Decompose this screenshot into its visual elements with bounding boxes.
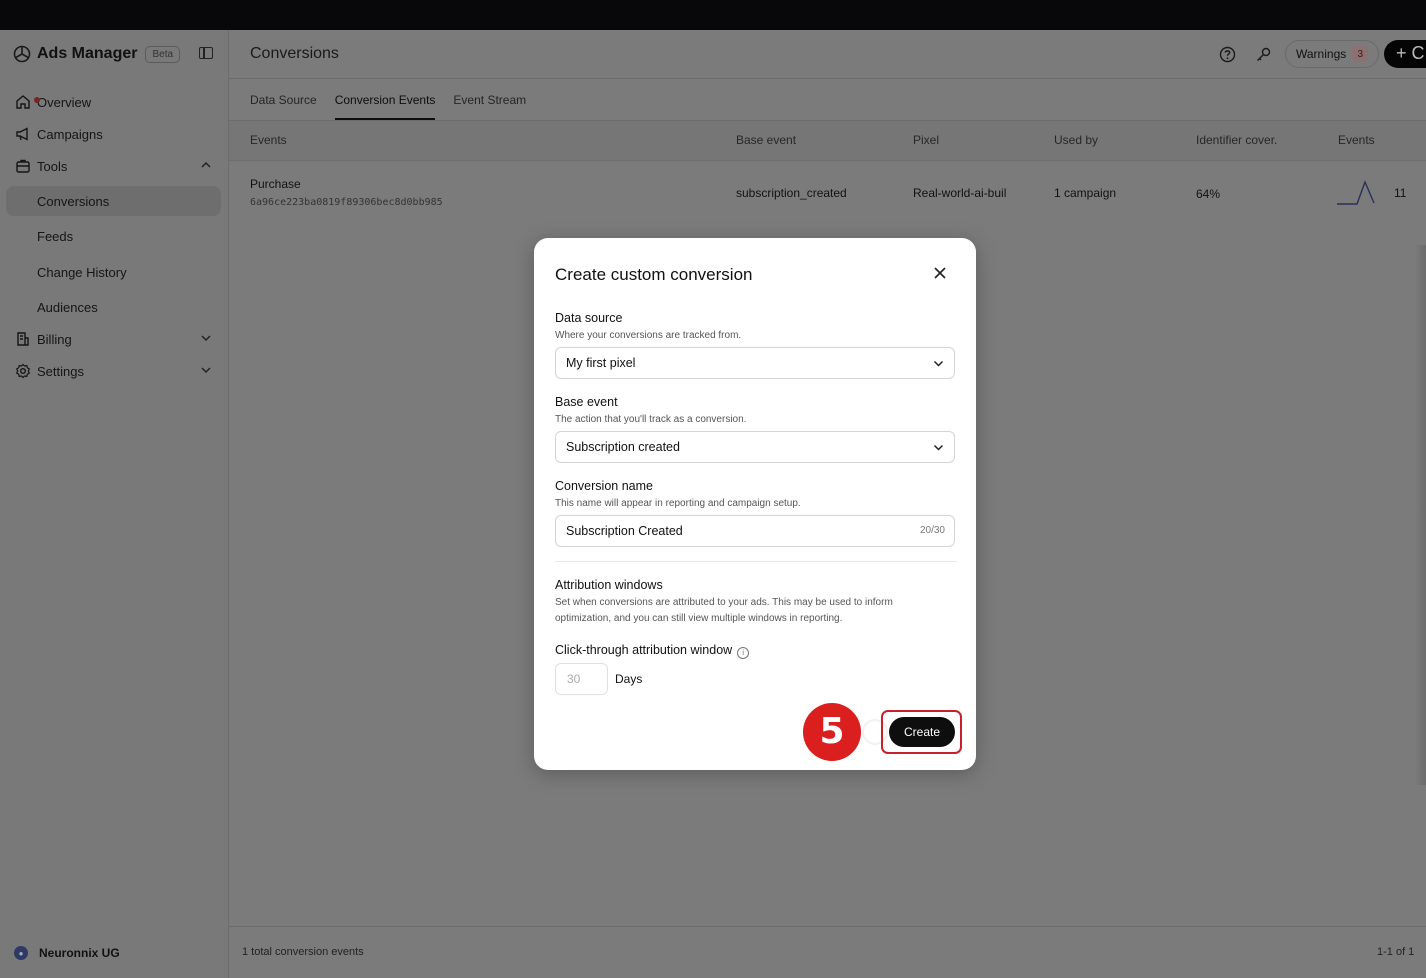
data-source-select[interactable]: My first pixel: [555, 347, 955, 379]
event-name: Purchase: [250, 177, 301, 191]
sidebar-item-tools[interactable]: Tools: [6, 151, 221, 181]
create-conversion-dialog: Create custom conversion Data source Whe…: [534, 238, 976, 770]
sidebar-item-label: Conversions: [37, 193, 110, 209]
pixel-cell: Real-world-ai-buil: [913, 186, 1007, 200]
sidebar-item-feeds[interactable]: Feeds: [6, 221, 221, 251]
tab-event-stream[interactable]: Event Stream: [453, 93, 526, 119]
home-icon: [14, 93, 40, 111]
gear-icon: [14, 362, 32, 380]
used-by-cell: 1 campaign: [1054, 186, 1117, 200]
sidebar-toggle-icon[interactable]: [199, 47, 213, 59]
tab-data-source[interactable]: Data Source: [250, 93, 317, 119]
column-header-pixel[interactable]: Pixel: [913, 133, 939, 147]
character-counter: 20/30: [919, 525, 945, 536]
chevron-down-icon: [933, 444, 944, 451]
chevron-down-icon: [201, 335, 211, 342]
help-icon[interactable]: [1218, 45, 1236, 63]
attribution-windows-label: Attribution windows: [555, 578, 663, 592]
step-number-badge: 5: [803, 703, 861, 761]
page-title: Conversions: [250, 45, 339, 62]
dialog-title: Create custom conversion: [555, 265, 753, 284]
column-header-identifier-coverage[interactable]: Identifier cover.: [1196, 133, 1277, 147]
data-source-help: Where your conversions are tracked from.: [555, 330, 742, 341]
sidebar-item-label: Settings: [37, 363, 84, 379]
click-through-label-text: Click-through attribution window: [555, 643, 733, 657]
column-header-events[interactable]: Events: [250, 133, 287, 147]
notification-dot: [34, 97, 40, 103]
data-source-label: Data source: [555, 311, 623, 325]
section-divider: [555, 561, 957, 562]
sidebar-item-change-history[interactable]: Change History: [6, 257, 221, 287]
sidebar-item-label: Feeds: [37, 228, 74, 244]
sidebar-item-label: Overview: [37, 94, 92, 110]
column-header-event-count[interactable]: Events: [1338, 133, 1375, 147]
sidebar-item-label: Audiences: [37, 299, 98, 315]
column-header-base-event[interactable]: Base event: [736, 133, 796, 147]
create-button[interactable]: Create: [889, 717, 955, 747]
window-top-bar: [0, 0, 1426, 30]
sidebar: Ads Manager Beta Overview Campaigns Tool…: [0, 30, 229, 978]
organization-switcher[interactable]: ● Neuronnix UG: [14, 946, 120, 960]
sidebar-item-conversions[interactable]: Conversions: [6, 186, 221, 216]
base-event-select[interactable]: Subscription created: [555, 431, 955, 463]
sidebar-item-label: Tools: [37, 158, 68, 174]
events-sparkline: [1337, 180, 1375, 205]
base-event-value: Subscription created: [566, 440, 680, 454]
sidebar-item-settings[interactable]: Settings: [6, 356, 221, 386]
click-through-days-input[interactable]: 30: [555, 663, 608, 695]
openai-logo-icon: [13, 45, 31, 63]
sidebar-item-campaigns[interactable]: Campaigns: [6, 119, 221, 149]
sidebar-item-billing[interactable]: Billing: [6, 324, 221, 354]
window-edge-shadow: [1415, 245, 1426, 785]
table-header: Events Base event Pixel Used by Identifi…: [229, 121, 1426, 161]
key-icon[interactable]: [1254, 45, 1272, 63]
org-avatar: ●: [14, 946, 28, 960]
organization-name: Neuronnix UG: [39, 946, 120, 960]
base-event-help: The action that you'll track as a conver…: [555, 414, 747, 425]
chevron-up-icon: [201, 161, 211, 168]
base-event-label: Base event: [555, 395, 618, 409]
tab-bar: Data Source Conversion Events Event Stre…: [250, 93, 544, 120]
column-header-used-by[interactable]: Used by: [1054, 133, 1098, 147]
event-id: 6a96ce223ba0819f89306bec8d0bb985: [250, 197, 443, 208]
brand: Ads Manager Beta: [12, 43, 181, 65]
sidebar-item-audiences[interactable]: Audiences: [6, 292, 221, 322]
click-through-label: Click-through attribution window i: [555, 643, 750, 659]
conversion-name-input[interactable]: Subscription Created 20/30: [555, 515, 955, 547]
megaphone-icon: [14, 125, 32, 143]
header-divider: [229, 78, 1426, 79]
sidebar-item-label: Change History: [37, 264, 127, 280]
conversion-name-help: This name will appear in reporting and c…: [555, 498, 801, 509]
chevron-down-icon: [933, 360, 944, 367]
tab-conversion-events[interactable]: Conversion Events: [334, 93, 435, 120]
sidebar-item-overview[interactable]: Overview: [6, 87, 221, 117]
sidebar-item-label: Campaigns: [37, 126, 103, 142]
new-conversion-button[interactable]: + C: [1384, 40, 1426, 68]
footer-divider: [229, 926, 1426, 927]
base-event-cell: subscription_created: [736, 186, 847, 200]
total-count: 1 total conversion events: [242, 946, 364, 958]
app-title: Ads Manager: [37, 45, 138, 62]
data-source-value: My first pixel: [566, 356, 636, 370]
warnings-label: Warnings: [1296, 47, 1347, 61]
identifier-coverage-cell: 64%: [1196, 187, 1221, 201]
chevron-down-icon: [201, 367, 211, 374]
close-icon[interactable]: [933, 266, 947, 280]
events-count-cell: 11: [1394, 186, 1407, 200]
sidebar-item-label: Billing: [37, 331, 72, 347]
attribution-windows-help: Set when conversions are attributed to y…: [555, 597, 893, 624]
conversion-name-value: Subscription Created: [566, 524, 683, 538]
receipt-icon: [14, 330, 32, 348]
days-unit-label: Days: [615, 672, 643, 686]
conversion-name-label: Conversion name: [555, 479, 653, 493]
beta-badge: Beta: [145, 45, 181, 63]
info-icon[interactable]: i: [737, 647, 750, 659]
warnings-button[interactable]: Warnings 3: [1285, 40, 1380, 68]
warnings-count-badge: 3: [1352, 46, 1369, 62]
toolbox-icon: [14, 157, 32, 175]
pagination-info: 1-1 of 1: [1377, 946, 1415, 958]
